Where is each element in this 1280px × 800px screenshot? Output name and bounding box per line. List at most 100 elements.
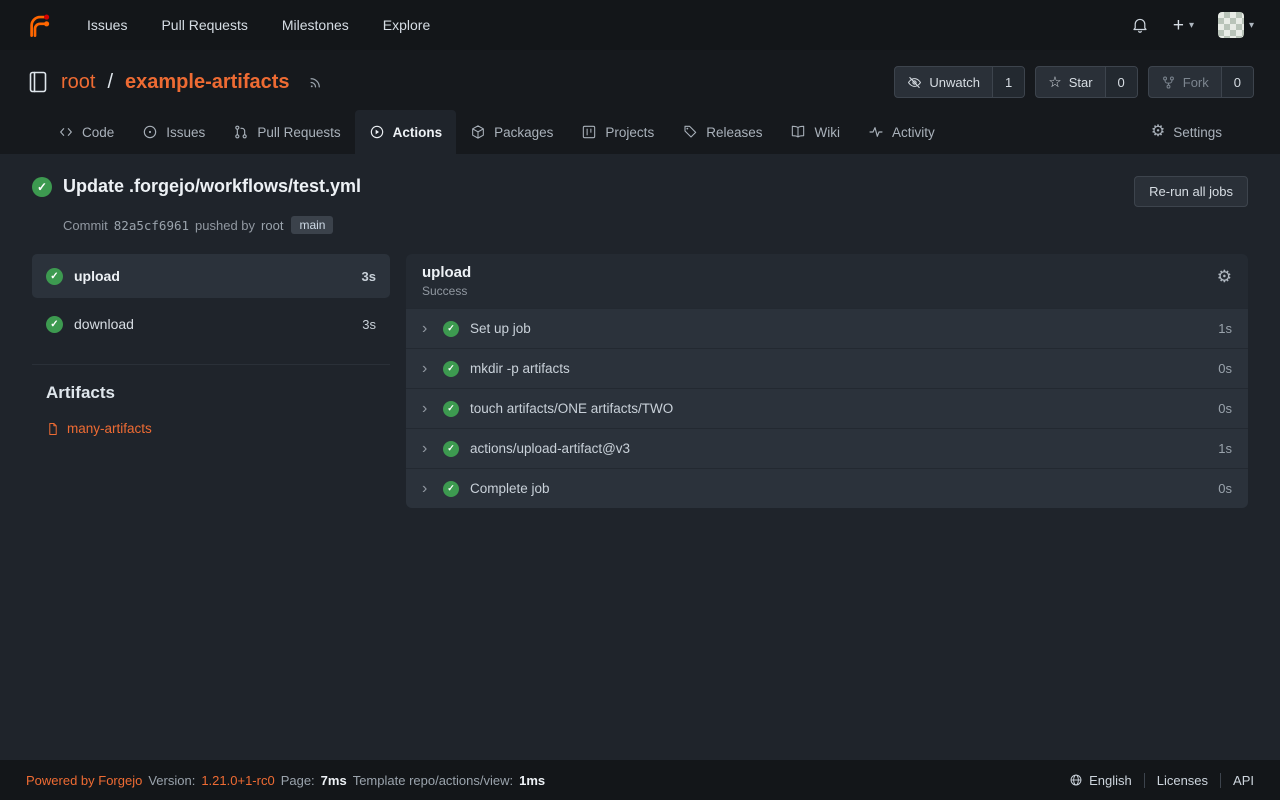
tab-settings[interactable]: ⚙ Settings bbox=[1137, 110, 1236, 154]
step-row-upload-artifact[interactable]: › ✓ actions/upload-artifact@v3 1s bbox=[406, 428, 1248, 468]
commit-info: Commit 82a5cf6961 pushed by root main bbox=[63, 216, 1248, 234]
version-label: Version: bbox=[148, 773, 195, 788]
footer-meta: Powered by Forgejo Version: 1.21.0+1-rc0… bbox=[26, 773, 545, 788]
chevron-down-icon: ▾ bbox=[1249, 20, 1254, 31]
fork-label: Fork bbox=[1183, 75, 1209, 90]
job-name: download bbox=[74, 316, 134, 332]
avatar bbox=[1218, 12, 1244, 38]
notifications-button[interactable] bbox=[1131, 16, 1149, 34]
user-menu-button[interactable]: ▾ bbox=[1218, 12, 1254, 38]
step-row-complete-job[interactable]: › ✓ Complete job 0s bbox=[406, 468, 1248, 508]
template-time-label: Template repo/actions/view: bbox=[353, 773, 513, 788]
tab-label: Packages bbox=[494, 125, 553, 140]
job-options-button[interactable]: ⚙ bbox=[1217, 268, 1232, 285]
star-button[interactable]: ☆ Star bbox=[1036, 67, 1104, 97]
navbar-links: Issues Pull Requests Milestones Explore bbox=[87, 17, 430, 33]
tab-activity[interactable]: Activity bbox=[854, 110, 949, 154]
forgejo-logo[interactable] bbox=[26, 12, 53, 39]
job-duration: 3s bbox=[362, 269, 376, 284]
play-circle-icon bbox=[369, 124, 385, 140]
chevron-right-icon: › bbox=[422, 361, 432, 377]
create-new-button[interactable]: + ▾ bbox=[1173, 16, 1194, 35]
commit-label: Commit bbox=[63, 218, 108, 233]
repo-header: root / example-artifacts U bbox=[0, 50, 1280, 154]
artifacts-section: Artifacts many-artifacts bbox=[32, 364, 390, 439]
tab-wiki[interactable]: Wiki bbox=[776, 110, 854, 154]
issue-icon bbox=[142, 124, 158, 140]
book-icon bbox=[790, 124, 806, 140]
tab-releases[interactable]: Releases bbox=[668, 110, 776, 154]
tab-label: Settings bbox=[1173, 125, 1222, 140]
template-time-value: 1ms bbox=[519, 773, 545, 788]
language-selector[interactable]: English bbox=[1057, 773, 1144, 788]
step-row-set-up-job[interactable]: › ✓ Set up job 1s bbox=[406, 308, 1248, 348]
repo-name-link[interactable]: example-artifacts bbox=[125, 71, 290, 94]
nav-item-explore[interactable]: Explore bbox=[383, 17, 430, 33]
step-row-mkdir[interactable]: › ✓ mkdir -p artifacts 0s bbox=[406, 348, 1248, 388]
gear-icon: ⚙ bbox=[1151, 124, 1165, 140]
tab-packages[interactable]: Packages bbox=[456, 110, 567, 154]
licenses-link[interactable]: Licenses bbox=[1144, 773, 1220, 788]
step-name: touch artifacts/ONE artifacts/TWO bbox=[470, 401, 673, 416]
chevron-down-icon: ▾ bbox=[1189, 20, 1194, 31]
chevron-right-icon: › bbox=[422, 481, 432, 497]
nav-item-issues[interactable]: Issues bbox=[87, 17, 127, 33]
code-icon bbox=[58, 124, 74, 140]
tab-label: Code bbox=[82, 125, 114, 140]
page-time-value: 7ms bbox=[321, 773, 347, 788]
tab-label: Issues bbox=[166, 125, 205, 140]
job-row-download[interactable]: ✓ download 3s bbox=[32, 302, 390, 346]
author-link[interactable]: root bbox=[261, 218, 283, 233]
success-check-icon: ✓ bbox=[443, 321, 459, 337]
star-button-group: ☆ Star 0 bbox=[1035, 66, 1138, 98]
chevron-right-icon: › bbox=[422, 401, 432, 417]
success-check-icon: ✓ bbox=[32, 177, 52, 197]
branch-badge[interactable]: main bbox=[291, 216, 333, 234]
powered-by-link[interactable]: Powered by Forgejo bbox=[26, 773, 142, 788]
success-check-icon: ✓ bbox=[443, 481, 459, 497]
version-link[interactable]: 1.21.0+1-rc0 bbox=[201, 773, 274, 788]
step-list: › ✓ Set up job 1s › ✓ mkdir -p artifacts… bbox=[406, 308, 1248, 508]
stars-count[interactable]: 0 bbox=[1105, 67, 1137, 97]
watchers-count[interactable]: 1 bbox=[992, 67, 1024, 97]
actions-run-page: ✓ Update .forgejo/workflows/test.yml Re-… bbox=[0, 154, 1280, 760]
api-link[interactable]: API bbox=[1220, 773, 1254, 788]
forks-count[interactable]: 0 bbox=[1221, 67, 1253, 97]
tab-label: Pull Requests bbox=[257, 125, 340, 140]
tab-projects[interactable]: Projects bbox=[567, 110, 668, 154]
rss-button[interactable] bbox=[308, 75, 323, 90]
job-detail-titles: upload Success bbox=[422, 264, 471, 298]
tab-issues[interactable]: Issues bbox=[128, 110, 219, 154]
run-body: ✓ upload 3s ✓ download 3s Artifacts many… bbox=[32, 254, 1248, 508]
repo-owner-link[interactable]: root bbox=[61, 71, 95, 94]
page-footer: Powered by Forgejo Version: 1.21.0+1-rc0… bbox=[0, 760, 1280, 800]
nav-item-pull-requests[interactable]: Pull Requests bbox=[161, 17, 247, 33]
navbar-right: + ▾ ▾ bbox=[1131, 12, 1254, 38]
repo-tabbar: Code Issues Pull Requests Actions P bbox=[26, 110, 1254, 154]
rerun-all-jobs-button[interactable]: Re-run all jobs bbox=[1134, 176, 1248, 207]
tab-code[interactable]: Code bbox=[44, 110, 128, 154]
job-detail-status: Success bbox=[422, 284, 471, 298]
success-check-icon: ✓ bbox=[443, 361, 459, 377]
commit-sha-link[interactable]: 82a5cf6961 bbox=[114, 218, 189, 233]
star-icon: ☆ bbox=[1048, 75, 1061, 90]
step-name: Complete job bbox=[470, 481, 550, 496]
nav-item-milestones[interactable]: Milestones bbox=[282, 17, 349, 33]
unwatch-button[interactable]: Unwatch bbox=[895, 67, 992, 97]
tab-actions[interactable]: Actions bbox=[355, 110, 457, 154]
success-check-icon: ✓ bbox=[443, 441, 459, 457]
tab-pull-requests[interactable]: Pull Requests bbox=[219, 110, 354, 154]
plus-icon: + bbox=[1173, 16, 1184, 35]
repo-separator: / bbox=[107, 71, 113, 94]
job-detail-card: upload Success ⚙ › ✓ Set up job 1s › ✓ m… bbox=[406, 254, 1248, 508]
pushed-by-label: pushed by bbox=[195, 218, 255, 233]
rss-icon bbox=[308, 75, 323, 90]
job-detail-title: upload bbox=[422, 264, 471, 281]
fork-button[interactable]: Fork bbox=[1149, 67, 1221, 97]
artifact-link-many-artifacts[interactable]: many-artifacts bbox=[46, 421, 152, 436]
repo-title: root / example-artifacts bbox=[26, 70, 323, 94]
job-name: upload bbox=[74, 268, 120, 284]
job-row-upload[interactable]: ✓ upload 3s bbox=[32, 254, 390, 298]
run-title: Update .forgejo/workflows/test.yml bbox=[63, 176, 361, 197]
step-row-touch[interactable]: › ✓ touch artifacts/ONE artifacts/TWO 0s bbox=[406, 388, 1248, 428]
